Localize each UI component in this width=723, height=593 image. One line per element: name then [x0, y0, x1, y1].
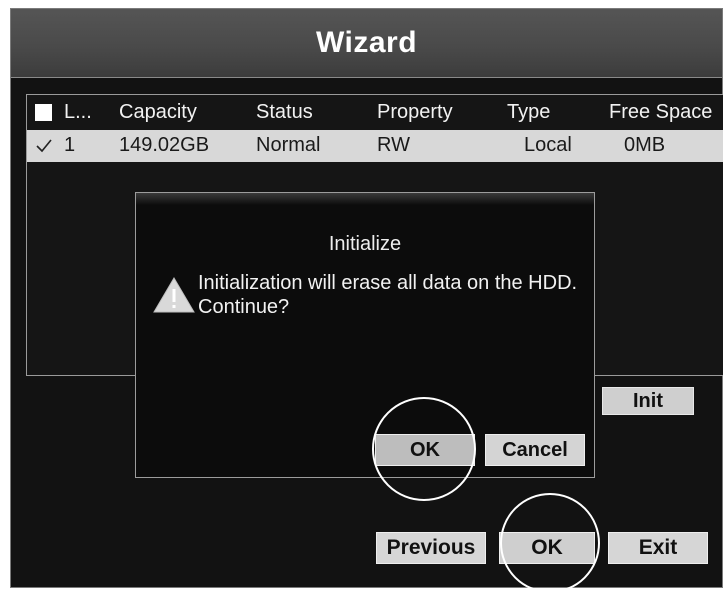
- column-header-property[interactable]: Property: [377, 101, 453, 124]
- row-checkbox[interactable]: [35, 132, 53, 162]
- dialog-ok-button[interactable]: OK: [375, 434, 475, 466]
- row-property: RW: [377, 134, 410, 156]
- initialize-dialog: Initialize Initialization will erase all…: [135, 192, 595, 478]
- dialog-message: Initialization will erase all data on th…: [198, 272, 578, 318]
- column-header-type[interactable]: Type: [507, 101, 550, 124]
- row-status: Normal: [256, 134, 321, 156]
- row-capacity: 149.02GB: [119, 134, 210, 156]
- dialog-title: Initialize: [328, 233, 402, 255]
- select-all-checkbox[interactable]: [35, 104, 52, 121]
- row-type: Local: [524, 134, 572, 156]
- row-id: 1: [64, 134, 76, 156]
- checkmark-icon: [36, 139, 52, 153]
- column-header-free-space[interactable]: Free Space: [609, 101, 712, 124]
- table-header: L... Capacity Status Property Type Free …: [27, 97, 723, 129]
- previous-button[interactable]: Previous: [376, 532, 486, 564]
- column-header-capacity[interactable]: Capacity: [119, 101, 197, 124]
- row-free-space: 0MB: [624, 134, 666, 156]
- column-header-label[interactable]: L...: [64, 101, 92, 124]
- dialog-cancel-button[interactable]: Cancel: [485, 434, 585, 466]
- ok-button[interactable]: OK: [499, 532, 595, 564]
- column-header-status[interactable]: Status: [256, 101, 313, 124]
- title-bar: Wizard: [11, 9, 722, 78]
- init-button[interactable]: Init: [602, 387, 694, 415]
- warning-icon: [153, 277, 195, 313]
- exit-button[interactable]: Exit: [608, 532, 708, 564]
- table-row[interactable]: 1 149.02GB Normal RW Local 0MB: [27, 130, 723, 162]
- window-title: Wizard: [315, 26, 418, 59]
